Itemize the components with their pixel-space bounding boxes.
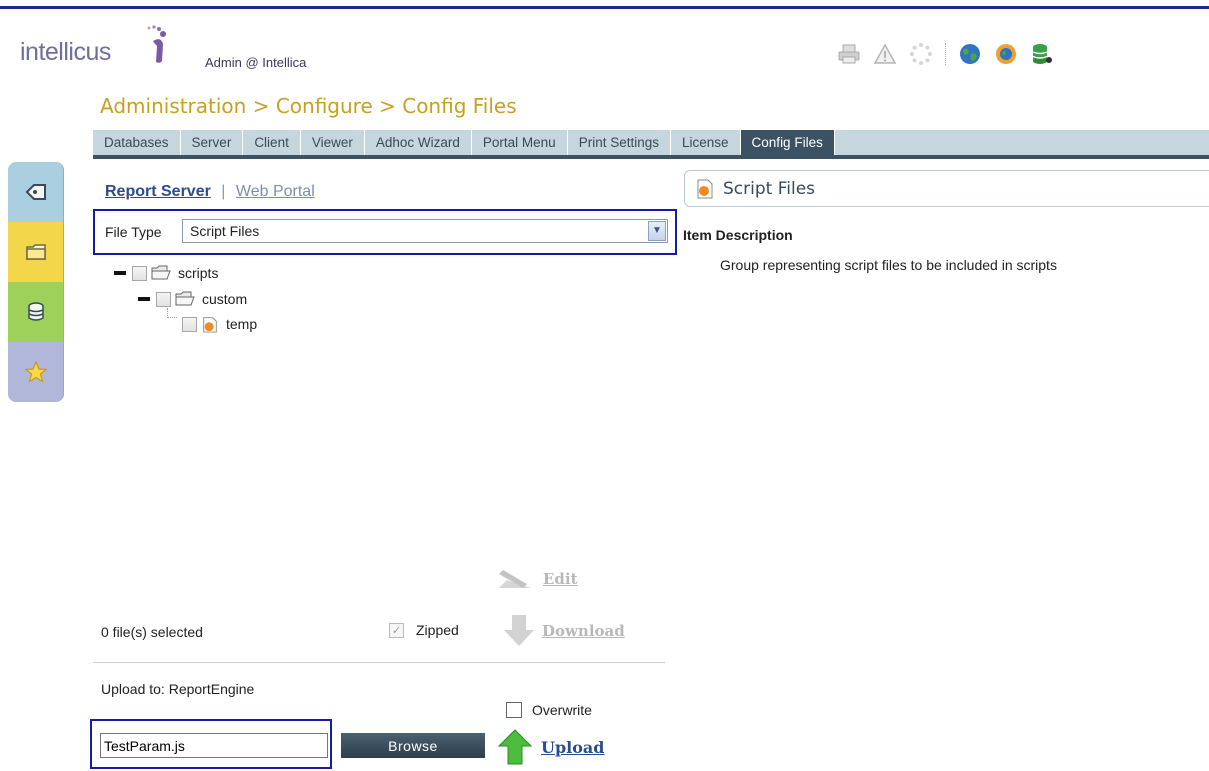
overwrite-checkbox[interactable]: [506, 702, 522, 718]
config-tabs: Databases Server Client Viewer Adhoc Wiz…: [93, 130, 1209, 155]
header-toolbar: [837, 40, 1054, 68]
file-type-label: File Type: [105, 224, 162, 240]
edit-label: Edit: [543, 570, 578, 588]
zipped-option[interactable]: ✓ Zipped: [389, 622, 459, 638]
edit-action[interactable]: Edit: [497, 566, 578, 592]
file-type-value: Script Files: [190, 223, 260, 239]
chevron-down-icon[interactable]: ▼: [648, 221, 666, 241]
download-label: Download: [542, 622, 625, 640]
source-switch: Report Server | Web Portal: [105, 183, 315, 201]
globe-settings-icon[interactable]: [994, 42, 1018, 66]
upload-destination: Upload to: ReportEngine: [101, 681, 255, 697]
tree-label: temp: [226, 316, 258, 332]
tree-node-custom[interactable]: custom: [138, 289, 247, 309]
tree-checkbox[interactable]: [132, 265, 147, 281]
tab-server[interactable]: Server: [181, 130, 244, 155]
script-file-icon: [203, 317, 217, 333]
section-divider: [93, 662, 665, 663]
zipped-checkbox[interactable]: ✓: [389, 622, 404, 638]
loading-icon[interactable]: [909, 42, 933, 66]
tree-label: scripts: [178, 265, 219, 281]
tab-portal-menu[interactable]: Portal Menu: [472, 130, 568, 155]
upload-file-input[interactable]: [100, 733, 328, 758]
toolbar-separator: [945, 43, 946, 65]
tab-viewer[interactable]: Viewer: [301, 130, 365, 155]
edit-icon: [499, 570, 531, 588]
script-files-panel-header: Script Files: [684, 170, 1209, 207]
tree-node-temp[interactable]: temp: [182, 314, 257, 334]
upload-arrow-icon: [497, 729, 533, 765]
overwrite-label: Overwrite: [532, 702, 592, 718]
folder-icon: [175, 291, 195, 306]
report-server-link[interactable]: Report Server: [105, 183, 211, 200]
panel-title: Script Files: [723, 178, 816, 199]
breadcrumb: Administration > Configure > Config File…: [100, 94, 517, 118]
script-file-icon: [697, 179, 713, 198]
globe-icon[interactable]: [958, 42, 982, 66]
tab-underline: [93, 155, 1209, 159]
left-nav-strip: [0, 162, 64, 404]
logo-mark-icon: [147, 25, 166, 63]
tree-node-scripts[interactable]: scripts: [114, 263, 218, 283]
folder-icon: [151, 265, 171, 280]
collapse-icon[interactable]: [138, 297, 150, 301]
print-icon[interactable]: [837, 42, 861, 66]
tree-checkbox[interactable]: [182, 316, 197, 332]
database-icon: [27, 302, 44, 321]
tab-config-files[interactable]: Config Files: [740, 130, 835, 155]
tree-label: custom: [202, 291, 248, 307]
overwrite-option[interactable]: Overwrite: [506, 702, 592, 718]
nav-database[interactable]: [8, 282, 64, 342]
warning-icon[interactable]: [873, 42, 897, 66]
intellicus-logo: intellicus: [20, 38, 111, 66]
tab-client[interactable]: Client: [243, 130, 301, 155]
source-separator: |: [221, 183, 226, 200]
download-arrow-icon: [504, 615, 534, 646]
folder-icon: [25, 244, 46, 260]
upload-label: Upload: [541, 737, 605, 757]
database-icon[interactable]: [1030, 42, 1054, 66]
star-icon: [23, 360, 48, 383]
tree-checkbox[interactable]: [156, 291, 171, 307]
tab-adhoc-wizard[interactable]: Adhoc Wizard: [365, 130, 472, 155]
file-type-select[interactable]: Script Files ▼: [182, 219, 668, 243]
browse-button[interactable]: Browse: [341, 733, 485, 758]
download-action[interactable]: Download: [502, 613, 625, 649]
collapse-icon[interactable]: [114, 271, 126, 275]
zipped-label: Zipped: [416, 622, 459, 638]
nav-tag[interactable]: [8, 162, 64, 222]
files-selected-count: 0 file(s) selected: [101, 624, 203, 640]
top-accent-rule: [0, 6, 1209, 9]
item-description-heading: Item Description: [683, 227, 793, 243]
tab-print-settings[interactable]: Print Settings: [568, 130, 671, 155]
item-description-text: Group representing script files to be in…: [720, 257, 1057, 273]
nav-folder[interactable]: [8, 222, 64, 282]
upload-action[interactable]: Upload: [497, 728, 604, 766]
logged-in-user: Admin @ Intellica: [205, 55, 307, 70]
tag-icon: [25, 184, 46, 200]
tab-license[interactable]: License: [671, 130, 741, 155]
web-portal-link[interactable]: Web Portal: [236, 183, 315, 200]
tree-connector: [167, 308, 177, 318]
tab-databases[interactable]: Databases: [93, 130, 181, 155]
nav-favorites[interactable]: [8, 342, 64, 402]
